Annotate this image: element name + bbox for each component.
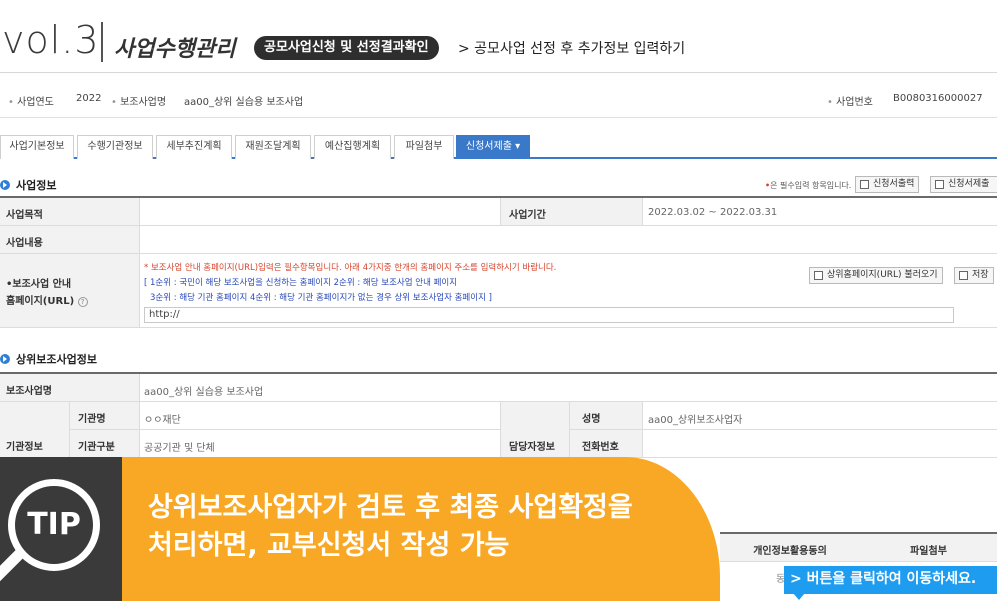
save-button[interactable]: 저장 — [954, 267, 994, 284]
tab-attachments[interactable]: 파일첨부 — [394, 135, 454, 159]
navigate-callout[interactable]: > 버튼을 클릭하여 이동하세요. — [784, 566, 997, 594]
print-application-button[interactable]: 신청서출력 — [855, 176, 920, 193]
volume-label: vol.3 — [2, 18, 100, 62]
table-row: 사업목적 사업기간 2022.03.02 ~ 2022.03.31 — [0, 198, 997, 226]
project-info-bar: • 사업연도 2022 • 보조사업명 aa00_상위 실습용 보조사업 • 사… — [0, 85, 997, 115]
table-row: 기관구분 공공기관 및 단체 전화번호 — [0, 430, 997, 458]
name-label: • 보조사업명 — [111, 97, 167, 108]
tab-bar: 사업기본정보 수행기관정보 세부추진계획 재원조달계획 예산집행계획 파일첨부 … — [0, 135, 997, 159]
org-type-label: 기관구분 — [70, 430, 140, 457]
tab-detail-plan[interactable]: 세부추진계획 — [156, 135, 232, 159]
org-type-value: 공공기관 및 단체 — [144, 443, 215, 454]
divider — [0, 117, 997, 118]
upper-name-value: aa00_상위 실습용 보조사업 — [144, 387, 264, 398]
purpose-label: 사업목적 — [0, 198, 140, 225]
person-name-value: aa00_상위보조사업자 — [648, 415, 743, 426]
bullet-icon — [0, 180, 10, 190]
content-label: 사업내용 — [0, 226, 140, 253]
help-icon[interactable]: ? — [77, 297, 88, 307]
tab-org-info[interactable]: 수행기관정보 — [77, 135, 153, 159]
section-title: 사업수행관리 — [114, 37, 236, 62]
tab-budget-plan[interactable]: 예산집행계획 — [314, 135, 391, 159]
tab-basic-info[interactable]: 사업기본정보 — [0, 135, 74, 159]
org-name-label: 기관명 — [70, 402, 140, 429]
chapter-pill: 공모사업신청 및 선정결과확인 — [254, 36, 439, 60]
name-value: aa00_상위 실습용 보조사업 — [184, 97, 304, 108]
save-icon — [814, 271, 823, 280]
number-label: • 사업번호 — [827, 97, 873, 108]
period-value: 2022.03.02 ~ 2022.03.31 — [648, 207, 778, 218]
printer-icon — [860, 180, 869, 189]
phone-label: 전화번호 — [570, 430, 643, 457]
tip-text: 상위보조사업자가 검토 후 최종 사업확정을 처리하면, 교부신청서 작성 가능 — [148, 492, 633, 561]
upper-name-label: 보조사업명 — [0, 374, 140, 401]
save-icon — [959, 271, 968, 280]
homepage-label: •보조사업 안내 홈페이지(URL) ? — [0, 254, 140, 327]
save-icon — [935, 180, 944, 189]
submit-application-button[interactable]: 신청서제출 — [930, 176, 997, 193]
priority-guide-1: [ 1순위 : 국민이 해당 보조사업을 신청하는 홈페이지 2순위 : 해당 … — [144, 278, 458, 288]
homepage-url-input[interactable]: http:// — [144, 307, 954, 323]
tab-finance-plan[interactable]: 재원조달계획 — [235, 135, 311, 159]
divider — [101, 22, 103, 62]
period-label: 사업기간 — [500, 198, 643, 225]
upper-project-heading: 상위보조사업정보 — [0, 351, 97, 367]
table-row: 사업내용 — [0, 226, 997, 254]
number-value: B0080316000027 — [893, 93, 983, 104]
bullet-icon — [0, 354, 10, 364]
business-info-heading: 사업정보 — [0, 177, 56, 193]
lesson-banner: vol.3 사업수행관리 공모사업신청 및 선정결과확인 > 공모사업 선정 후… — [0, 0, 997, 70]
callout-pointer — [793, 593, 805, 600]
priority-guide-2: 3순위 : 해당 기관 홈페이지 4순위 : 해당 기관 홈페이지가 없는 경우… — [150, 293, 492, 303]
person-name-label: 성명 — [570, 402, 643, 429]
tab-submit[interactable]: 신청서제출 ▾ — [456, 135, 530, 159]
sub-path: > 공모사업 선정 후 추가정보 입력하기 — [458, 41, 686, 57]
year-label: • 사업연도 — [8, 97, 54, 108]
org-name-value: ㅇㅇ재단 — [144, 415, 181, 426]
required-note: •은 필수입력 항목입니다. — [765, 181, 852, 190]
year-value: 2022 — [76, 93, 102, 104]
table-row: 보조사업명 aa00_상위 실습용 보조사업 — [0, 374, 997, 402]
table-header-row: 개인정보활용동의 파일첨부 — [720, 534, 997, 562]
table-row: 기관정보 기관명 ㅇㅇ재단 담당자정보 성명 aa00_상위보조사업자 — [0, 402, 997, 474]
privacy-consent-header: 개인정보활용동의 — [753, 546, 827, 557]
attachment-header: 파일첨부 — [910, 546, 947, 557]
load-upper-homepage-button[interactable]: 상위홈페이지(URL) 불러오기 — [809, 267, 943, 284]
homepage-notice: * 보조사업 안내 홈페이지(URL)입력은 필수항목입니다. 아래 4가지중 … — [144, 263, 557, 273]
